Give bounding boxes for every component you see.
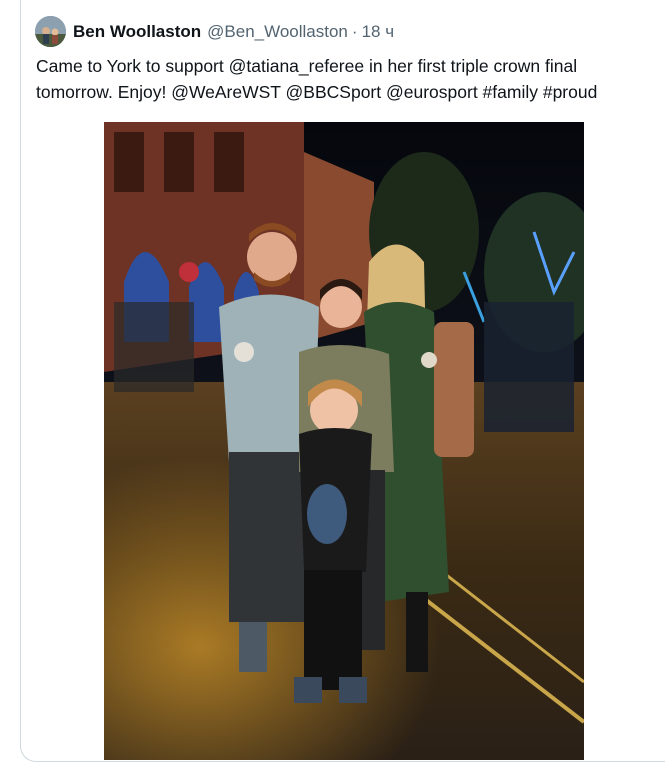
tweet-timestamp[interactable]: 18 ч <box>362 22 395 42</box>
tweet-header: Ben Woollaston @Ben_Woollaston · 18 ч <box>73 20 394 44</box>
author-handle[interactable]: @Ben_Woollaston <box>207 22 348 42</box>
tweet-text-line: Came to York to support @tatiana_referee… <box>36 56 578 76</box>
separator-dot: · <box>351 22 358 41</box>
tweet-text: Came to York to support @tatiana_referee… <box>36 53 656 105</box>
tweet-photo[interactable] <box>104 122 584 760</box>
profile-avatar-icon <box>35 16 66 47</box>
tweet-text-line: tomorrow. Enjoy! @WeAreWST @BBCSport @eu… <box>36 82 598 102</box>
author-name[interactable]: Ben Woollaston <box>73 22 201 42</box>
family-photo-illustration <box>104 122 584 760</box>
avatar[interactable] <box>35 16 66 47</box>
